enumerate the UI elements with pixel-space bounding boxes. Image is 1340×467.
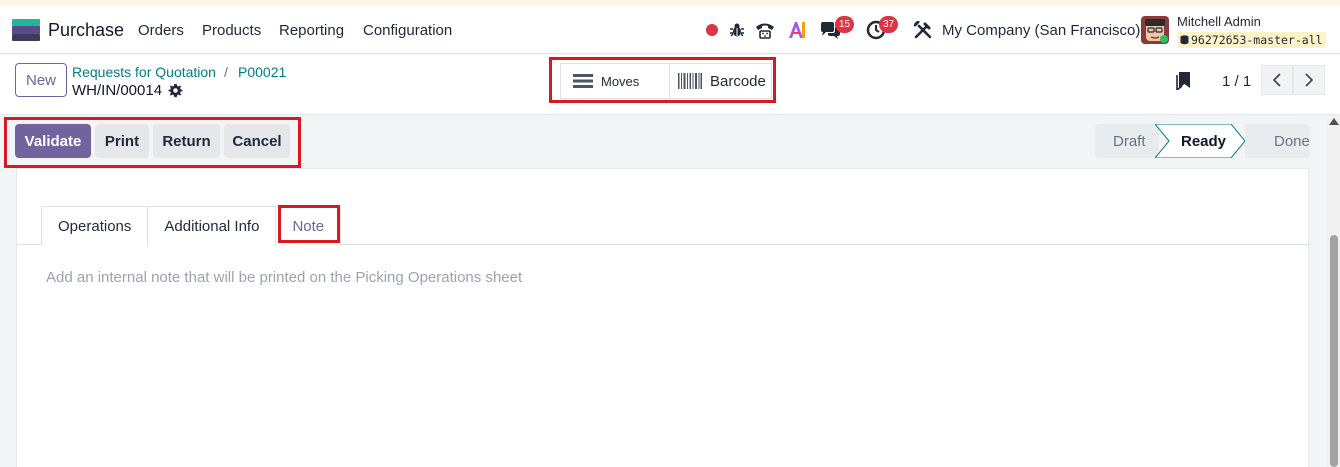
cancel-button[interactable]: Cancel bbox=[224, 124, 290, 158]
pager-previous-button[interactable] bbox=[1261, 65, 1293, 95]
menu-products[interactable]: Products bbox=[202, 22, 261, 39]
phone-icon[interactable] bbox=[754, 19, 776, 41]
moves-smart-button[interactable]: Moves bbox=[561, 64, 670, 98]
menu-orders[interactable]: Orders bbox=[138, 22, 184, 39]
breadcrumb-rfq[interactable]: Requests for Quotation bbox=[72, 64, 216, 80]
list-icon bbox=[573, 74, 593, 88]
app-name[interactable]: Purchase bbox=[48, 20, 124, 41]
print-button[interactable]: Print bbox=[95, 124, 149, 158]
purchase-app-icon[interactable] bbox=[12, 19, 40, 41]
database-name-text: 96272653-master-all bbox=[1191, 33, 1323, 47]
barcode-label: Barcode bbox=[709, 72, 766, 90]
database-icon bbox=[1180, 35, 1189, 45]
menu-reporting[interactable]: Reporting bbox=[279, 22, 344, 39]
chevron-left-icon bbox=[1272, 73, 1281, 87]
breadcrumb-separator: / bbox=[224, 64, 228, 80]
main-navbar: Purchase Orders Products Reporting Confi… bbox=[0, 5, 1340, 54]
tab-note[interactable]: Note bbox=[275, 206, 342, 245]
status-done[interactable]: Done bbox=[1245, 124, 1310, 158]
control-panel: New Requests for Quotation / P00021 WH/I… bbox=[0, 55, 1340, 115]
barcode-icon bbox=[677, 73, 702, 89]
tab-operations[interactable]: Operations bbox=[41, 206, 149, 245]
gear-icon[interactable] bbox=[168, 83, 183, 98]
chat-badge: 15 bbox=[835, 16, 855, 33]
bookmark-icon[interactable] bbox=[1176, 72, 1192, 90]
pager-value[interactable]: 1 / 1 bbox=[1222, 73, 1251, 90]
moves-label: Moves bbox=[601, 73, 640, 89]
user-avatar[interactable] bbox=[1141, 16, 1169, 44]
return-button[interactable]: Return bbox=[153, 124, 220, 158]
tools-icon[interactable] bbox=[912, 19, 934, 41]
user-name[interactable]: Mitchell Admin bbox=[1177, 14, 1261, 29]
record-name: WH/IN/00014 bbox=[72, 82, 163, 99]
form-sheet: Operations Additional Info Note Add an i… bbox=[16, 168, 1310, 467]
new-button[interactable]: New bbox=[15, 63, 67, 97]
database-name: 96272653-master-all bbox=[1177, 32, 1326, 48]
scrollbar[interactable] bbox=[1327, 115, 1340, 467]
menu-configuration[interactable]: Configuration bbox=[363, 22, 452, 39]
status-bar: Draft Ready Done bbox=[1095, 124, 1310, 158]
status-draft[interactable]: Draft bbox=[1095, 124, 1159, 158]
scroll-up-icon[interactable] bbox=[1329, 118, 1339, 125]
action-bar: Validate Print Return Cancel Draft Ready… bbox=[0, 115, 1340, 167]
record-icon[interactable] bbox=[704, 19, 720, 41]
company-switcher[interactable]: My Company (San Francisco) bbox=[942, 22, 1140, 39]
breadcrumb-po[interactable]: P00021 bbox=[238, 64, 286, 80]
note-editor[interactable]: Add an internal note that will be printe… bbox=[46, 269, 522, 286]
tab-additional-info[interactable]: Additional Info bbox=[147, 206, 277, 245]
barcode-smart-button[interactable]: Barcode bbox=[669, 64, 771, 98]
ai-icon[interactable] bbox=[786, 19, 808, 41]
status-ready[interactable]: Ready bbox=[1181, 124, 1226, 158]
chevron-right-icon bbox=[1305, 73, 1314, 87]
pager-next-button[interactable] bbox=[1293, 65, 1325, 95]
validate-button[interactable]: Validate bbox=[15, 124, 91, 158]
notebook-tabs: Operations Additional Info Note bbox=[41, 206, 342, 245]
scroll-thumb[interactable] bbox=[1330, 235, 1338, 467]
bug-icon[interactable] bbox=[728, 19, 746, 41]
smart-buttons: Moves Barcode bbox=[560, 63, 772, 99]
activity-badge: 37 bbox=[879, 16, 899, 33]
